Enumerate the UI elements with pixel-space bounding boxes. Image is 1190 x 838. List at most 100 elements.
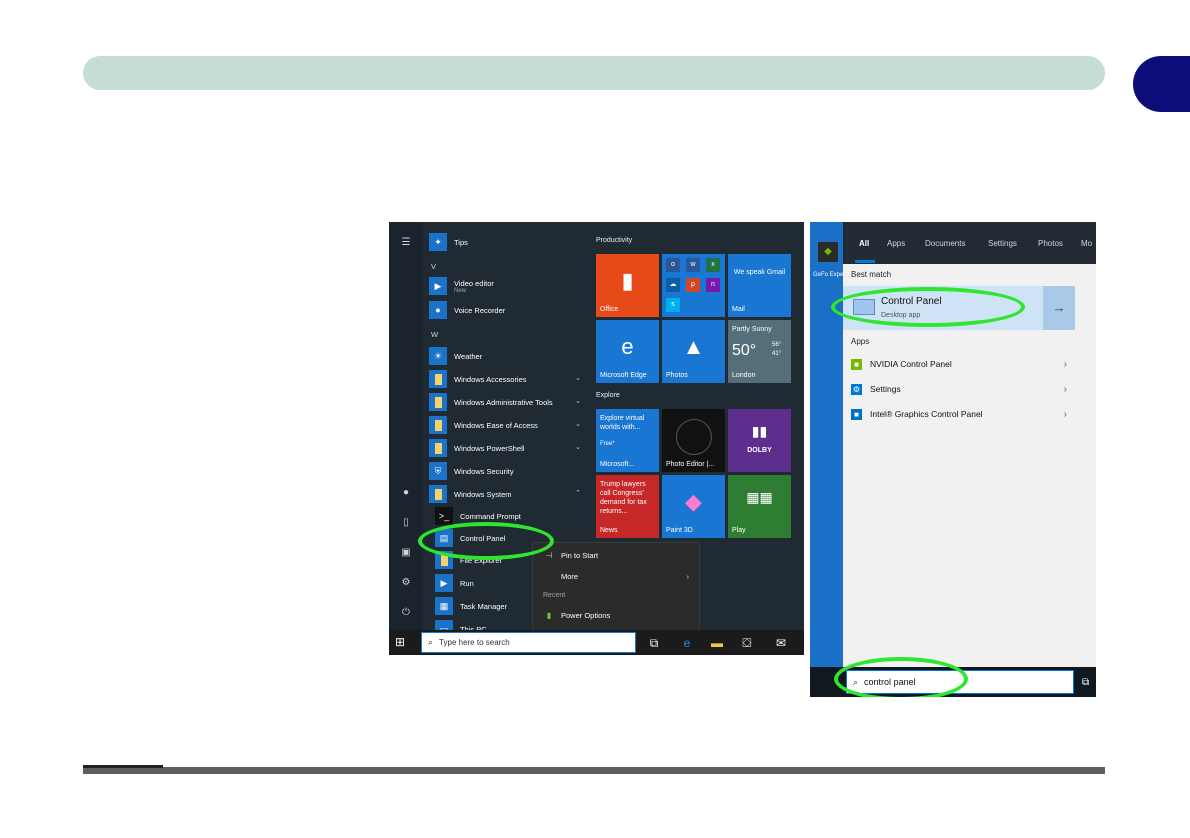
outlook-icon: o — [666, 258, 680, 272]
run-icon: ▶ — [435, 574, 453, 592]
ctx-power-options[interactable]: ▮ Power Options — [533, 605, 699, 625]
ctx-pin-to-start[interactable]: ⊣ Pin to Start — [533, 545, 699, 565]
tile-office-apps[interactable]: o w x ☁ p n s — [662, 254, 725, 317]
ctx-recent-label: Recent — [543, 592, 566, 599]
chapter-tab — [1133, 56, 1190, 112]
chevron-right-icon: › — [1063, 408, 1067, 420]
highlight-ring-best-match — [831, 287, 1025, 327]
desktop-icon-label: GeFo Expe — [813, 272, 844, 278]
letter-header-w[interactable]: W — [431, 330, 438, 339]
dolby-icon: ▮▮ — [751, 423, 768, 439]
best-match-label: Best match — [851, 270, 892, 279]
taskbar-search-box[interactable]: ⌕ Type here to search — [421, 632, 636, 653]
result-nvidia-control-panel[interactable]: ■ NVIDIA Control Panel › — [843, 353, 1075, 375]
tile-mail[interactable]: We speak Gmail Mail — [728, 254, 791, 317]
start-rail: ☰ ● ▯ ▣ ⚙ ⏻ — [389, 222, 423, 630]
settings-gear-icon[interactable]: ⚙ — [399, 576, 413, 590]
app-windows-system[interactable]: Windows System ⌃ — [429, 484, 585, 504]
ctx-more[interactable]: More › — [533, 566, 699, 586]
windows-start-icon[interactable]: ⊞ — [395, 635, 409, 649]
app-windows-accessories[interactable]: Windows Accessories ⌄ — [429, 369, 585, 389]
desktop-strip: ◆ GeFo Expe — [810, 222, 844, 692]
task-manager-icon: ▦ — [435, 597, 453, 615]
open-arrow-button[interactable]: → — [1043, 286, 1075, 330]
video-icon: ▶ — [429, 277, 447, 295]
edge-taskbar-icon[interactable]: e — [679, 635, 695, 651]
task-view-icon[interactable]: ⧉ — [1082, 677, 1089, 688]
tab-all[interactable]: All — [859, 239, 869, 248]
tab-apps[interactable]: Apps — [887, 239, 905, 248]
skype-icon: s — [666, 298, 680, 312]
letter-header-v[interactable]: V — [431, 262, 436, 271]
tile-dolby[interactable]: ▮▮ DOLBY — [728, 409, 791, 472]
section-productivity[interactable]: Productivity — [596, 237, 632, 244]
result-settings[interactable]: ⚙ Settings › — [843, 378, 1075, 400]
chevron-up-icon: ⌃ — [575, 490, 581, 497]
nvidia-icon: ■ — [851, 358, 862, 370]
sun-icon: ☀ — [429, 347, 447, 365]
app-windows-security[interactable]: ⛨ Windows Security — [429, 461, 585, 481]
file-explorer-taskbar-icon[interactable]: ▬ — [709, 635, 725, 651]
app-windows-powershell[interactable]: Windows PowerShell ⌄ — [429, 438, 585, 458]
tile-paint-3d[interactable]: ◆ Paint 3D — [662, 475, 725, 538]
tab-settings[interactable]: Settings — [988, 239, 1017, 248]
app-weather[interactable]: ☀ Weather — [429, 346, 585, 366]
mail-taskbar-icon[interactable]: ✉ — [773, 635, 789, 651]
tab-documents[interactable]: Documents — [925, 239, 965, 248]
edge-icon: e — [621, 334, 634, 359]
battery-icon: ▮ — [546, 610, 552, 620]
tile-news[interactable]: Trump lawyers call Congress' demand for … — [596, 475, 659, 538]
tab-photos[interactable]: Photos — [1038, 239, 1063, 248]
highlight-ring-control-panel — [418, 522, 554, 560]
tile-microsoft-store[interactable]: Explore virtual worlds with... Free* Micro… — [596, 409, 659, 472]
taskbar: ⊞ ⌕ Type here to search ⧉ e ▬ ⛋ ✉ — [389, 630, 804, 655]
tile-microsoft-edge[interactable]: e Microsoft Edge — [596, 320, 659, 383]
search-screenshot: ◆ GeFo Expe All Apps Documents Settings … — [810, 222, 1096, 697]
footer-rule-accent — [83, 765, 163, 768]
powerpoint-icon: p — [686, 278, 700, 292]
store-taskbar-icon[interactable]: ⛋ — [739, 635, 755, 651]
app-windows-admin-tools[interactable]: Windows Administrative Tools ⌄ — [429, 392, 585, 412]
tile-office[interactable]: ▮ Office — [596, 254, 659, 317]
app-windows-ease-of-access[interactable]: Windows Ease of Access ⌄ — [429, 415, 585, 435]
shield-icon: ⛨ — [429, 462, 447, 480]
section-explore[interactable]: Explore — [596, 392, 620, 399]
paint3d-icon: ◆ — [685, 489, 702, 514]
hamburger-icon[interactable]: ☰ — [399, 236, 413, 250]
app-video-editor[interactable]: ▶ Video editor New — [429, 276, 585, 296]
lightbulb-icon: ✦ — [429, 233, 447, 251]
folder-icon — [429, 416, 447, 434]
tab-more[interactable]: Mo — [1081, 239, 1092, 248]
pin-icon: ⊣ — [545, 550, 553, 560]
tile-weather[interactable]: Partly Sunny 50° 56° 41° London — [728, 320, 791, 383]
result-intel-graphics-control-panel[interactable]: ■ Intel® Graphics Control Panel › — [843, 403, 1075, 425]
pictures-icon[interactable]: ▣ — [399, 546, 413, 560]
user-icon[interactable]: ● — [399, 486, 413, 500]
chevron-right-icon: › — [686, 571, 690, 581]
photos-icon: ▲ — [682, 334, 705, 359]
onedrive-icon: ☁ — [666, 278, 680, 292]
task-view-icon[interactable]: ⧉ — [646, 635, 662, 651]
microphone-icon: ● — [429, 301, 447, 319]
chevron-down-icon: ⌄ — [575, 444, 581, 451]
folder-icon — [429, 370, 447, 388]
power-icon[interactable]: ⏻ — [399, 606, 413, 620]
chevron-down-icon: ⌄ — [575, 375, 581, 382]
folder-icon — [429, 485, 447, 503]
apps-section-label: Apps — [851, 337, 870, 346]
app-tips[interactable]: ✦ Tips — [429, 232, 585, 252]
folder-icon — [429, 439, 447, 457]
app-voice-recorder[interactable]: ● Voice Recorder — [429, 300, 585, 320]
gear-icon: ⚙ — [851, 383, 862, 395]
games-icon: ▦▦ — [746, 489, 773, 505]
documents-icon[interactable]: ▯ — [399, 516, 413, 530]
highlight-ring-search — [834, 657, 968, 697]
context-menu: ⊣ Pin to Start More › Recent ▮ Power Option… — [532, 542, 700, 632]
tile-photo-editor[interactable]: Photo Editor |... — [662, 409, 725, 472]
footer-rule — [83, 767, 1105, 774]
tile-photos[interactable]: ▲ Photos — [662, 320, 725, 383]
chevron-down-icon: ⌄ — [575, 398, 581, 405]
chevron-right-icon: › — [1063, 358, 1067, 370]
tile-play[interactable]: ▦▦ Play — [728, 475, 791, 538]
geforce-icon[interactable]: ◆ — [818, 242, 838, 262]
